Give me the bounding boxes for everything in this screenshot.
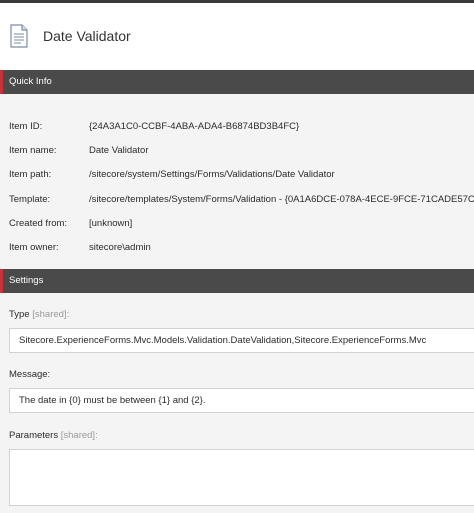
parameters-textarea[interactable] [9, 449, 474, 506]
message-input[interactable]: The date in {0} must be between {1} and … [9, 388, 474, 413]
section-title: Quick Info [9, 76, 52, 87]
info-row-template: Template: /sitecore/templates/System/For… [9, 194, 474, 208]
settings-section-header[interactable]: Settings [0, 269, 474, 293]
info-row-item-id: Item ID: {24A3A1C0-CCBF-4ABA-ADA4-B6874B… [9, 121, 469, 135]
settings-panel: Type [shared]: Sitecore.ExperienceForms.… [0, 293, 474, 513]
message-field-label: Message: [9, 369, 51, 380]
parameters-field-label: Parameters [shared]: [9, 430, 98, 441]
info-row-item-name: Item name: Date Validator [9, 145, 469, 159]
info-value: sitecore\admin [89, 242, 151, 253]
info-label: Item name: [9, 145, 57, 156]
document-icon [10, 24, 28, 48]
info-value: {24A3A1C0-CCBF-4ABA-ADA4-B6874BD3B4FC} [89, 121, 300, 132]
quick-info-section-header[interactable]: Quick Info [0, 70, 474, 94]
type-field-label: Type [shared]: [9, 309, 70, 320]
info-label: Template: [9, 194, 51, 205]
page-title: Date Validator [43, 28, 131, 44]
section-accent [0, 269, 3, 293]
info-label: Created from: [9, 218, 68, 229]
info-row-item-path: Item path: /sitecore/system/Settings/For… [9, 169, 469, 183]
info-label: Item path: [9, 169, 52, 180]
info-row-created-from: Created from: [unknown] [9, 218, 469, 232]
info-value: /sitecore/templates/System/Forms/Validat… [89, 194, 474, 205]
shared-marker: [shared]: [60, 430, 98, 441]
info-value: [unknown] [89, 218, 133, 229]
info-row-item-owner: Item owner: sitecore\admin [9, 242, 469, 256]
section-accent [0, 70, 3, 94]
section-title: Settings [9, 275, 44, 286]
item-header: Date Validator [0, 3, 474, 70]
info-label: Item owner: [9, 242, 59, 253]
shared-marker: [shared]: [32, 309, 70, 320]
info-value: Date Validator [89, 145, 149, 156]
info-value: /sitecore/system/Settings/Forms/Validati… [89, 169, 335, 180]
type-input[interactable]: Sitecore.ExperienceForms.Mvc.Models.Vali… [9, 328, 474, 353]
quick-info-panel: Item ID: {24A3A1C0-CCBF-4ABA-ADA4-B6874B… [0, 94, 474, 269]
info-label: Item ID: [9, 121, 43, 132]
